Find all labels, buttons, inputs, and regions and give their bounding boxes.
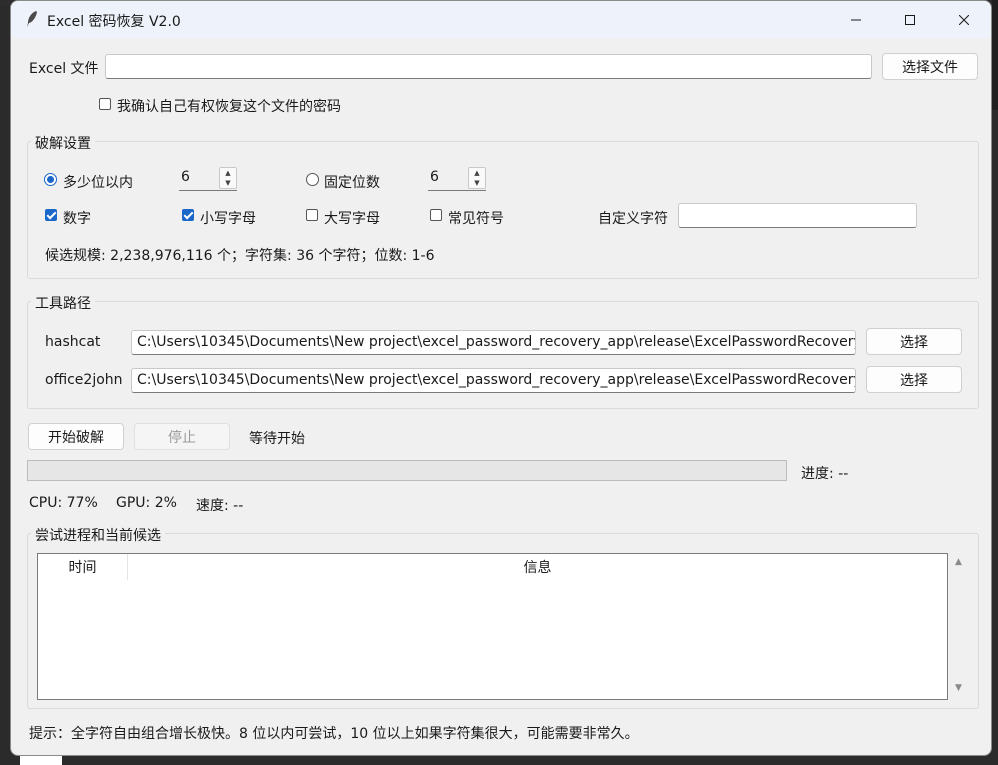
custom-chars-input[interactable] [678,203,917,228]
close-icon [959,14,969,25]
status-text: 等待开始 [249,431,305,447]
lowercase-label: 小写字母 [200,211,256,227]
lowercase-checkbox[interactable] [182,209,194,221]
symbols-label: 常见符号 [448,211,504,227]
minimize-button[interactable] [833,1,879,38]
speed-readout: 速度: -- [196,498,244,514]
mode-max-spinbox[interactable]: 6 ▲ ▼ [179,167,237,191]
hashcat-label: hashcat [45,334,101,350]
uppercase-checkbox[interactable] [306,209,318,221]
cpu-usage: CPU: 77% [29,495,98,511]
stop-button[interactable]: 停止 [134,423,230,450]
gpu-usage: GPU: 2% [116,495,177,511]
digits-checkbox[interactable] [45,209,57,221]
confirm-checkbox[interactable] [99,98,111,110]
app-window: Excel 密码恢复 V2.0 Excel 文件 选择文件 我确认自己有权恢复这… [10,0,992,756]
mode-max-value: 6 [181,169,190,185]
log-title: 尝试进程和当前候选 [31,525,165,545]
mode-fixed-value: 6 [430,169,439,185]
hint-text: 提示：全字符自由组合增长极快。8 位以内可尝试，10 位以上如果字符集很大，可能… [29,726,639,742]
spin-up-icon[interactable]: ▲ [220,168,236,178]
column-header-time[interactable]: 时间 [38,554,128,580]
choose-file-button[interactable]: 选择文件 [882,53,978,80]
mode-max-radio[interactable] [44,173,57,186]
mode-fixed-spin-arrows[interactable]: ▲ ▼ [468,167,486,189]
uppercase-label: 大写字母 [324,211,380,227]
hashcat-path-input[interactable]: C:\Users\10345\Documents\New project\exc… [131,330,856,355]
spin-down-icon[interactable]: ▼ [469,178,485,188]
spin-down-icon[interactable]: ▼ [220,178,236,188]
scroll-down-icon[interactable]: ▼ [955,683,962,693]
log-scrollbar[interactable]: ▲ ▼ [950,553,968,700]
progress-label: 进度: -- [801,466,849,482]
window-title: Excel 密码恢复 V2.0 [47,14,181,30]
title-bar: Excel 密码恢复 V2.0 [11,1,991,38]
mode-max-spin-arrows[interactable]: ▲ ▼ [219,167,237,189]
office2john-label: office2john [45,372,123,388]
file-path-input[interactable] [105,54,872,79]
log-table-header: 时间 信息 [38,554,947,580]
start-button[interactable]: 开始破解 [28,423,124,450]
feather-icon [27,11,37,27]
confirm-label: 我确认自己有权恢复这个文件的密码 [117,99,341,115]
close-button[interactable] [941,1,987,38]
mode-fixed-spinbox[interactable]: 6 ▲ ▼ [428,167,486,191]
tools-title: 工具路径 [31,293,95,313]
maximize-button[interactable] [887,1,933,38]
spin-up-icon[interactable]: ▲ [469,168,485,178]
column-header-info[interactable]: 信息 [128,554,947,580]
crack-settings-title: 破解设置 [31,133,95,153]
office2john-path-input[interactable]: C:\Users\10345\Documents\New project\exc… [131,368,856,393]
mode-fixed-radio[interactable] [306,173,319,186]
scroll-up-icon[interactable]: ▲ [955,557,962,567]
candidate-summary: 候选规模: 2,238,976,116 个；字符集: 36 个字符；位数: 1-… [45,248,435,264]
maximize-icon [905,14,915,25]
file-label: Excel 文件 [29,61,99,77]
mode-fixed-label: 固定位数 [324,175,380,191]
custom-chars-label: 自定义字符 [598,211,668,227]
desktop-background-right [992,0,998,110]
mode-max-label: 多少位以内 [63,175,133,191]
log-table[interactable]: 时间 信息 [37,553,948,700]
symbols-checkbox[interactable] [430,209,442,221]
minimize-icon [851,19,861,20]
digits-label: 数字 [63,211,91,227]
office2john-choose-button[interactable]: 选择 [866,366,962,393]
progress-bar [27,460,787,481]
hashcat-choose-button[interactable]: 选择 [866,328,962,355]
